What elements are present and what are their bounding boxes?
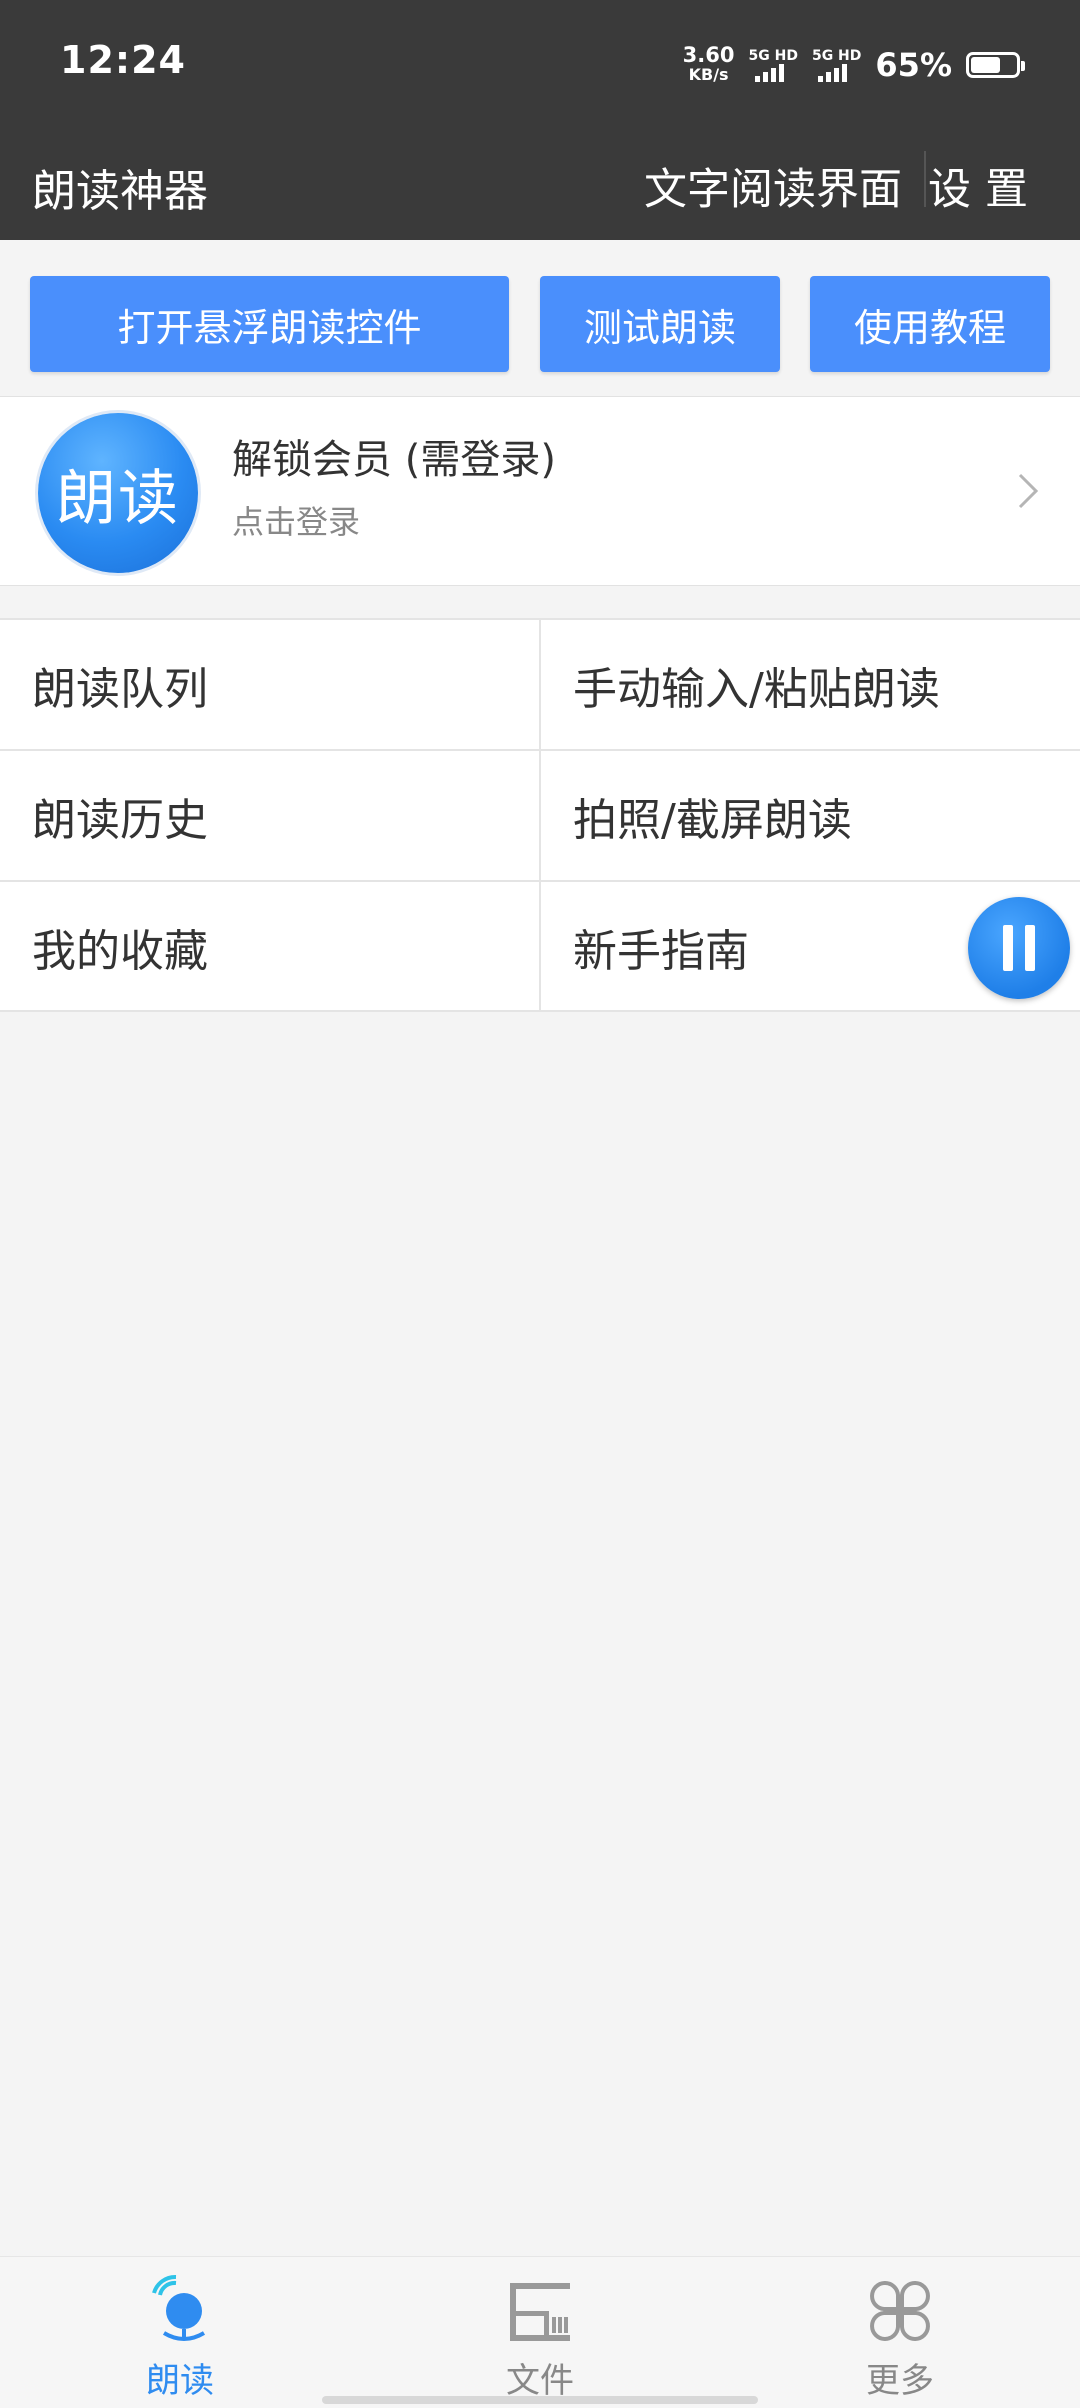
nav-tab-read[interactable]: 朗读	[0, 2257, 360, 2408]
text-reader-button[interactable]: 文字阅读界面	[644, 155, 902, 217]
nav-label: 朗读	[146, 2361, 214, 2401]
net-speed: 3.60 KB/s	[683, 45, 735, 85]
sim2-signal: 5G HD	[812, 48, 861, 82]
signal-bars-icon	[817, 64, 847, 82]
floating-pause-button[interactable]	[968, 897, 1070, 999]
app-logo: 朗读	[38, 413, 198, 573]
app-screen: 12:24 3.60 KB/s 5G HD 5G HD 65% 朗读神器 文字阅…	[0, 0, 1080, 2408]
test-read-button[interactable]: 测试朗读	[540, 276, 780, 372]
menu-photo-screenshot[interactable]: 拍照/截屏朗读	[541, 751, 1080, 881]
nav-tab-more[interactable]: 更多	[720, 2257, 1080, 2408]
tutorial-button[interactable]: 使用教程	[810, 276, 1050, 372]
nav-label: 更多	[866, 2361, 934, 2401]
battery-fill	[971, 57, 1000, 73]
sim2-label: 5G HD	[811, 48, 862, 64]
pause-icon	[1003, 925, 1013, 971]
menu-favorites[interactable]: 我的收藏	[0, 882, 539, 1012]
settings-button[interactable]: 设置	[928, 155, 1042, 217]
bottom-nav: 朗读 文件 更多	[0, 2256, 1080, 2408]
menu-read-history[interactable]: 朗读历史	[0, 751, 539, 881]
signal-bars-icon	[754, 64, 784, 82]
member-unlock-card[interactable]: 朗读 解锁会员 (需登录) 点击登录	[0, 396, 1080, 586]
net-speed-unit: KB/s	[688, 65, 729, 84]
app-bar: 朗读神器 文字阅读界面 设置	[0, 125, 1080, 240]
sim1-signal: 5G HD	[749, 48, 798, 82]
home-indicator[interactable]	[322, 2396, 758, 2404]
file-icon	[510, 2283, 570, 2341]
battery-percent: 65%	[875, 46, 952, 84]
status-time: 12:24	[60, 38, 186, 82]
appbar-divider	[924, 151, 926, 207]
member-title: 解锁会员 (需登录)	[232, 437, 556, 483]
read-icon	[152, 2275, 206, 2341]
net-speed-value: 3.60	[682, 43, 735, 67]
login-prompt: 点击登录	[232, 503, 361, 541]
status-bar: 12:24 3.60 KB/s 5G HD 5G HD 65%	[0, 0, 1080, 125]
menu-read-queue[interactable]: 朗读队列	[0, 620, 539, 750]
menu-manual-input[interactable]: 手动输入/粘贴朗读	[541, 620, 1080, 750]
sim1-label: 5G HD	[748, 48, 798, 64]
battery-icon	[966, 52, 1025, 78]
app-title: 朗读神器	[32, 166, 208, 217]
open-floating-control-button[interactable]: 打开悬浮朗读控件	[30, 276, 509, 372]
status-indicators: 3.60 KB/s 5G HD 5G HD 65%	[683, 40, 1025, 90]
more-icon	[870, 2281, 930, 2341]
nav-label: 文件	[506, 2361, 574, 2401]
chevron-right-icon	[1018, 473, 1039, 509]
nav-tab-file[interactable]: 文件	[360, 2257, 720, 2408]
feature-grid: 朗读队列 手动输入/粘贴朗读 朗读历史 拍照/截屏朗读 我的收藏 新手指南	[0, 618, 1080, 1012]
pause-icon	[1025, 925, 1035, 971]
